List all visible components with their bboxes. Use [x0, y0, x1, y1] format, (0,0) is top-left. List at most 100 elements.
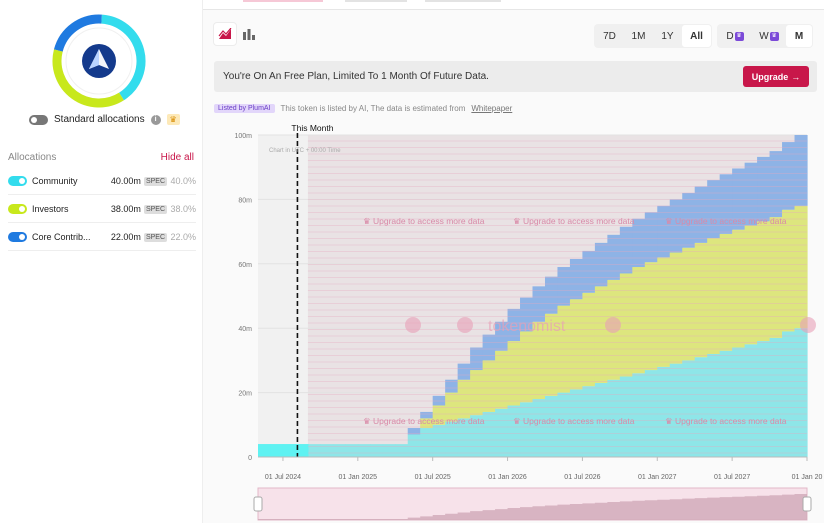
area-segment-core-contributors — [769, 151, 783, 218]
area-segment-investors — [520, 331, 534, 403]
y-tick-label: 0 — [248, 455, 252, 462]
allocation-toggle-community[interactable] — [8, 176, 27, 186]
area-segment-investors — [782, 209, 796, 332]
area-segment-community — [657, 366, 671, 457]
area-segment-community — [669, 363, 683, 457]
allocation-toggle-investors[interactable] — [8, 204, 27, 214]
area-segment-community — [707, 353, 721, 457]
x-tick-label: 01 Jul 2025 — [415, 474, 451, 481]
area-segment-core-contributors — [544, 276, 559, 314]
area-segment-core-contributors — [707, 180, 721, 239]
area-segment-community — [482, 411, 496, 457]
area-segment-investors — [582, 292, 596, 387]
allocations-sidebar: Standard allocations i ♛ Allocations Hid… — [0, 0, 203, 523]
allocation-amount: 40.00m — [110, 176, 141, 186]
upgrade-overlay-text: ♛ Upgrade to access more data — [665, 416, 787, 426]
spec-badge: SPEC — [143, 176, 167, 186]
area-segment-investors — [569, 299, 584, 390]
x-tick-label: 01 Jan 2026 — [488, 474, 527, 481]
spec-badge: SPEC — [143, 204, 167, 214]
info-icon[interactable]: i — [150, 114, 161, 125]
allocation-percent: 40.0% — [170, 176, 196, 186]
x-tick-label: 01 Jan 20 — [792, 474, 823, 481]
watermark-logo-icon — [405, 317, 421, 333]
area-segment-core-contributors — [607, 234, 621, 280]
area-segment-core-contributors — [432, 395, 446, 406]
area-segment-core-contributors — [657, 205, 671, 258]
allocation-percent: 38.0% — [170, 204, 196, 214]
hide-all-button[interactable]: Hide all — [161, 152, 194, 163]
area-segment-community-historical — [258, 444, 272, 457]
x-tick-label: 01 Jul 2026 — [564, 474, 600, 481]
area-segment-core-contributors — [619, 226, 633, 274]
area-segment-community — [495, 408, 509, 457]
watermark-logo-icon — [800, 317, 816, 333]
allocation-name: Investors — [32, 204, 69, 214]
allocation-name: Core Contrib... — [32, 232, 91, 242]
area-segment-community-historical — [282, 444, 297, 457]
area-segment-community — [370, 444, 384, 457]
area-segment-investors — [482, 360, 496, 412]
area-segment-community — [732, 347, 746, 457]
allocation-area-chart: 0 20m 40m 60m 80m 100m ♛ Upgrade to access mor… — [234, 123, 823, 521]
area-segment-community — [307, 444, 321, 457]
area-segment-community — [345, 444, 359, 457]
area-segment-core-contributors — [482, 334, 496, 361]
upgrade-overlay-text: ♛ Upgrade to access more data — [363, 416, 485, 426]
y-tick-label: 40m — [238, 326, 252, 333]
navigator-left-handle[interactable] — [253, 496, 263, 512]
allocation-row-investors: Investors 38.00m SPEC 38.0% — [8, 196, 196, 223]
area-segment-community — [644, 370, 658, 457]
standard-allocations-toggle-row: Standard allocations i ♛ — [29, 114, 180, 125]
area-segment-investors — [744, 225, 758, 345]
area-segment-investors — [495, 350, 509, 409]
crown-icon: ♛ — [166, 114, 180, 125]
area-segment-investors — [707, 238, 721, 354]
area-segment-core-contributors — [644, 212, 658, 263]
allocation-amount: 22.00m — [110, 232, 141, 242]
allocation-row-core-contributors: Core Contrib... 22.00m SPEC 22.0% — [8, 224, 196, 251]
area-segment-community — [420, 428, 434, 457]
area-segment-community — [432, 424, 446, 457]
area-segment-core-contributors — [582, 250, 596, 293]
allocation-toggle-core-contributors[interactable] — [8, 232, 27, 242]
area-segment-community — [407, 434, 421, 457]
area-segment-investors — [694, 242, 708, 358]
area-segment-core-contributors — [794, 135, 808, 206]
standard-allocations-toggle[interactable] — [29, 114, 48, 125]
allocation-amount: 38.00m — [110, 204, 141, 214]
area-segment-community — [507, 405, 521, 457]
allocations-header: Allocations Hide all — [8, 152, 194, 163]
area-segment-investors — [657, 257, 671, 367]
historical-region — [258, 135, 308, 457]
area-segment-community — [332, 444, 346, 457]
area-segment-community — [694, 357, 708, 457]
area-segment-investors — [457, 379, 471, 419]
x-tick-label: 01 Jan 2027 — [638, 474, 677, 481]
area-segment-core-contributors — [694, 186, 708, 243]
area-segment-community — [320, 444, 334, 457]
standard-allocations-label: Standard allocations — [54, 114, 145, 125]
navigator-right-handle[interactable] — [802, 496, 812, 512]
y-tick-label: 80m — [238, 197, 252, 204]
area-segment-community — [357, 444, 371, 457]
area-segment-investors — [669, 252, 683, 364]
allocation-name: Community — [32, 176, 78, 186]
area-segment-community — [719, 350, 733, 457]
area-segment-core-contributors — [557, 267, 571, 306]
x-tick-label: 01 Jan 2025 — [339, 474, 378, 481]
y-tick-label: 20m — [238, 391, 252, 398]
allocations-title: Allocations — [8, 152, 57, 163]
area-segment-community — [544, 395, 559, 457]
area-segment-community — [757, 341, 771, 457]
allocation-percent: 22.0% — [170, 232, 196, 242]
area-segment-investors — [507, 341, 521, 406]
allocation-row-community: Community 40.00m SPEC 40.0% — [8, 168, 196, 195]
allocation-donut-chart — [52, 14, 146, 108]
upgrade-overlay-text: ♛ Upgrade to access more data — [665, 216, 787, 226]
timezone-note: Chart in UTC + 00:00 Time — [269, 148, 341, 154]
this-month-label: This Month — [291, 123, 333, 133]
area-segment-core-contributors — [457, 363, 471, 380]
y-tick-label: 60m — [238, 262, 252, 269]
chart-panel: 7D 1M 1Y All D ♛ W ♛ M You're On An Free… — [203, 0, 824, 523]
